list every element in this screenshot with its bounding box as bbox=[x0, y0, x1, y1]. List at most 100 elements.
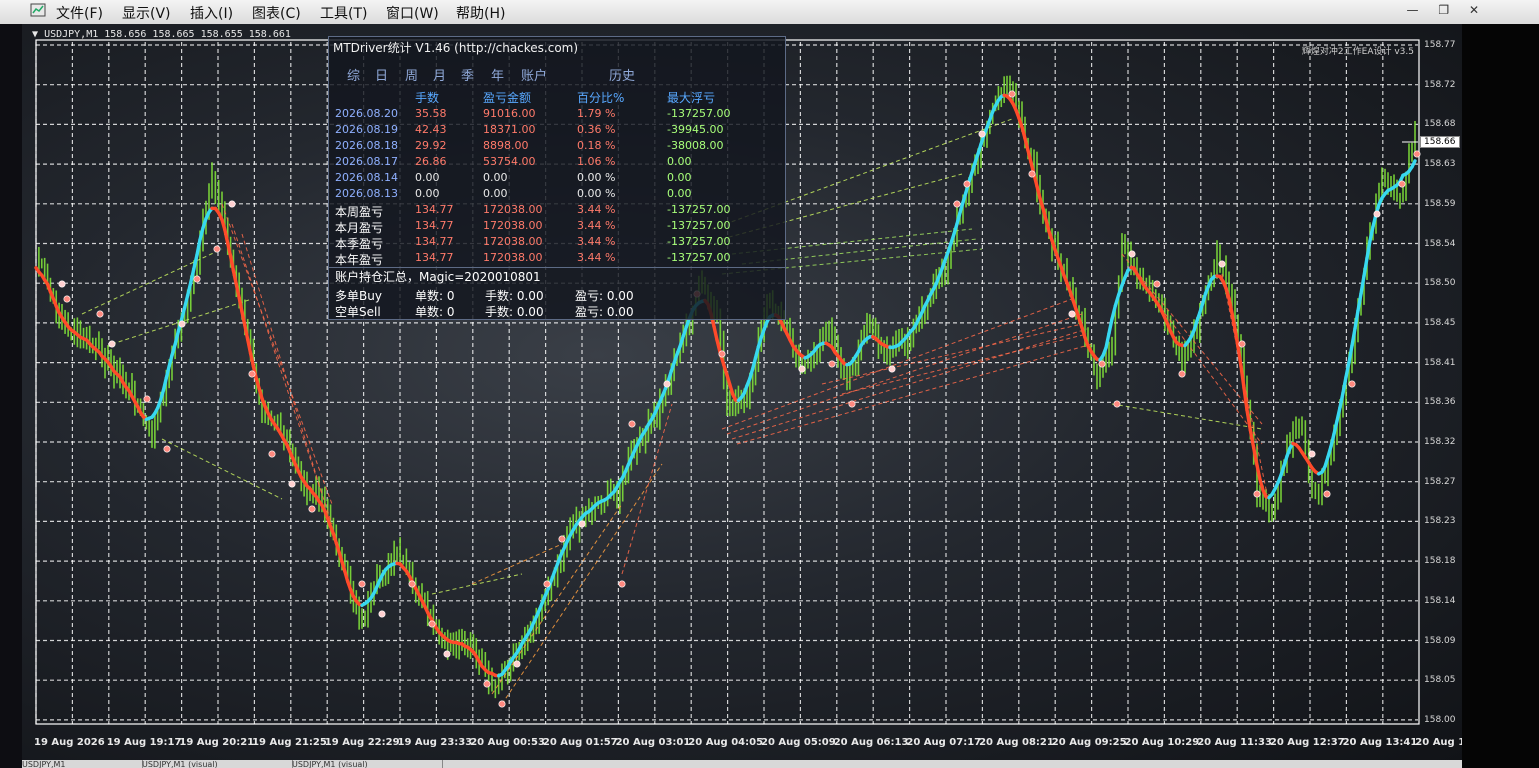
row-pnl: 91016.00 bbox=[483, 107, 536, 120]
menu-charts[interactable]: 图表(C) bbox=[252, 3, 301, 23]
chevron-down-icon[interactable]: ▼ bbox=[32, 29, 38, 40]
row-pnl: 8898.00 bbox=[483, 139, 529, 152]
trade-marker bbox=[963, 180, 971, 188]
row-pnl: 53754.00 bbox=[483, 155, 536, 168]
hedge-line bbox=[81, 248, 223, 315]
row-drawdown: -137257.00 bbox=[667, 107, 731, 120]
trade-marker bbox=[1008, 90, 1016, 98]
tab-week[interactable]: 周 bbox=[405, 65, 418, 84]
time-tick-label: 20 Aug 10:29 bbox=[1124, 737, 1200, 748]
row-pnl: 172038.00 bbox=[483, 203, 543, 216]
summary-row: 本周盈亏 134.77 172038.00 3.44 % -137257.00 bbox=[329, 203, 785, 219]
row-drawdown: 0.00 bbox=[667, 155, 692, 168]
price-tick-label: 158.63 bbox=[1424, 159, 1456, 170]
holdings-pnl: 盈亏: 0.00 bbox=[575, 305, 634, 319]
chart-tab[interactable]: USDJPY,M1 (visual) bbox=[292, 760, 443, 768]
time-tick-label: 20 Aug 12:37 bbox=[1269, 737, 1345, 748]
app-icon[interactable] bbox=[30, 2, 46, 18]
trade-marker bbox=[1153, 280, 1161, 288]
row-lots: 26.86 bbox=[415, 155, 447, 168]
row-percent: 0.36 % bbox=[577, 123, 616, 136]
price-chart[interactable]: ▼ USDJPY,M1 158.656 158.665 158.655 158.… bbox=[22, 24, 1483, 760]
daily-row: 2026.08.19 42.43 18371.00 0.36 % -39945.00 bbox=[329, 123, 785, 139]
price-tick-label: 158.72 bbox=[1424, 79, 1456, 90]
menu-insert[interactable]: 插入(I) bbox=[190, 3, 233, 23]
trade-marker bbox=[108, 340, 116, 348]
row-lots: 35.58 bbox=[415, 107, 447, 120]
trade-marker bbox=[163, 445, 171, 453]
time-tick-label: 20 Aug 04:05 bbox=[688, 737, 764, 748]
time-tick-label: 20 Aug 07:17 bbox=[906, 737, 982, 748]
trade-marker bbox=[498, 700, 506, 708]
header-lots: 手数 bbox=[415, 91, 440, 105]
trade-marker bbox=[358, 580, 366, 588]
holdings-lots: 手数: 0.00 bbox=[485, 289, 544, 303]
trade-marker bbox=[1413, 150, 1421, 158]
row-lots: 0.00 bbox=[415, 187, 440, 200]
trade-marker bbox=[828, 360, 836, 368]
time-tick-label: 19 Aug 22:29 bbox=[324, 737, 400, 748]
row-lots: 134.77 bbox=[415, 251, 454, 264]
tab-account[interactable]: 账户 bbox=[521, 65, 547, 84]
symbol-info: ▼ USDJPY,M1 158.656 158.665 158.655 158.… bbox=[32, 29, 291, 40]
trade-marker bbox=[248, 370, 256, 378]
hedge-line bbox=[431, 573, 523, 595]
tab-year[interactable]: 年 bbox=[491, 65, 504, 84]
trade-marker bbox=[618, 580, 626, 588]
row-drawdown: -137257.00 bbox=[667, 219, 731, 232]
holdings-label: 多单Buy bbox=[335, 289, 382, 303]
trade-marker bbox=[378, 610, 386, 618]
restore-icon[interactable]: ❐ bbox=[1438, 3, 1449, 17]
current-price-tag: 158.66 bbox=[1420, 136, 1460, 148]
tab-summary[interactable]: 综 bbox=[347, 65, 360, 84]
price-tick-label: 158.18 bbox=[1424, 556, 1456, 567]
time-tick-label: 20 Aug 01:57 bbox=[542, 737, 618, 748]
row-label: 2026.08.18 bbox=[335, 139, 398, 152]
trend-segment bbox=[1107, 317, 1114, 336]
menu-window[interactable]: 窗口(W) bbox=[386, 3, 439, 23]
trade-marker bbox=[63, 295, 71, 303]
trade-marker bbox=[1373, 210, 1381, 218]
menu-tools[interactable]: 工具(T) bbox=[320, 3, 367, 23]
row-label: 2026.08.14 bbox=[335, 171, 398, 184]
chart-tab[interactable]: USDJPY,M1 bbox=[22, 760, 143, 768]
menu-file[interactable]: 文件(F) bbox=[56, 3, 103, 23]
trade-marker bbox=[1068, 310, 1076, 318]
chart-tab[interactable]: USDJPY,M1 (visual) bbox=[142, 760, 293, 768]
price-tick-label: 158.68 bbox=[1424, 119, 1456, 130]
row-label: 2026.08.20 bbox=[335, 107, 398, 120]
row-label: 2026.08.13 bbox=[335, 187, 398, 200]
price-tick-label: 158.09 bbox=[1424, 635, 1456, 646]
time-tick-label: 19 Aug 21:25 bbox=[252, 737, 327, 748]
time-tick-label: 20 Aug 08:21 bbox=[979, 737, 1054, 748]
trade-marker bbox=[268, 450, 276, 458]
price-tick-label: 158.41 bbox=[1424, 357, 1456, 368]
tab-history[interactable]: 历史 bbox=[609, 65, 635, 84]
menu-help[interactable]: 帮助(H) bbox=[456, 3, 505, 23]
tab-day[interactable]: 日 bbox=[375, 65, 388, 84]
holdings-label: 空单Sell bbox=[335, 305, 381, 319]
trade-marker bbox=[1113, 400, 1121, 408]
row-pnl: 0.00 bbox=[483, 187, 508, 200]
minimize-icon[interactable]: — bbox=[1407, 3, 1419, 17]
tab-quarter[interactable]: 季 bbox=[461, 65, 474, 84]
price-tick-label: 158.59 bbox=[1424, 198, 1456, 209]
trade-marker bbox=[798, 365, 806, 373]
row-label: 2026.08.19 bbox=[335, 123, 398, 136]
close-icon[interactable]: ✕ bbox=[1469, 3, 1479, 17]
trade-marker bbox=[558, 535, 566, 543]
hedge-line bbox=[1111, 403, 1263, 430]
summary-row: 本月盈亏 134.77 172038.00 3.44 % -137257.00 bbox=[329, 219, 785, 235]
header-pnl: 盈亏金额 bbox=[483, 91, 532, 105]
menu-view[interactable]: 显示(V) bbox=[122, 3, 171, 23]
row-percent: 0.18 % bbox=[577, 139, 616, 152]
time-tick-label: 20 Aug 09:25 bbox=[1051, 737, 1127, 748]
hedge-line bbox=[491, 503, 623, 695]
row-lots: 42.43 bbox=[415, 123, 447, 136]
row-pnl: 172038.00 bbox=[483, 219, 543, 232]
trade-marker bbox=[1178, 370, 1186, 378]
trade-marker bbox=[308, 505, 316, 513]
tab-month[interactable]: 月 bbox=[433, 65, 446, 84]
price-tick-label: 158.50 bbox=[1424, 278, 1456, 289]
trade-marker bbox=[1098, 360, 1106, 368]
